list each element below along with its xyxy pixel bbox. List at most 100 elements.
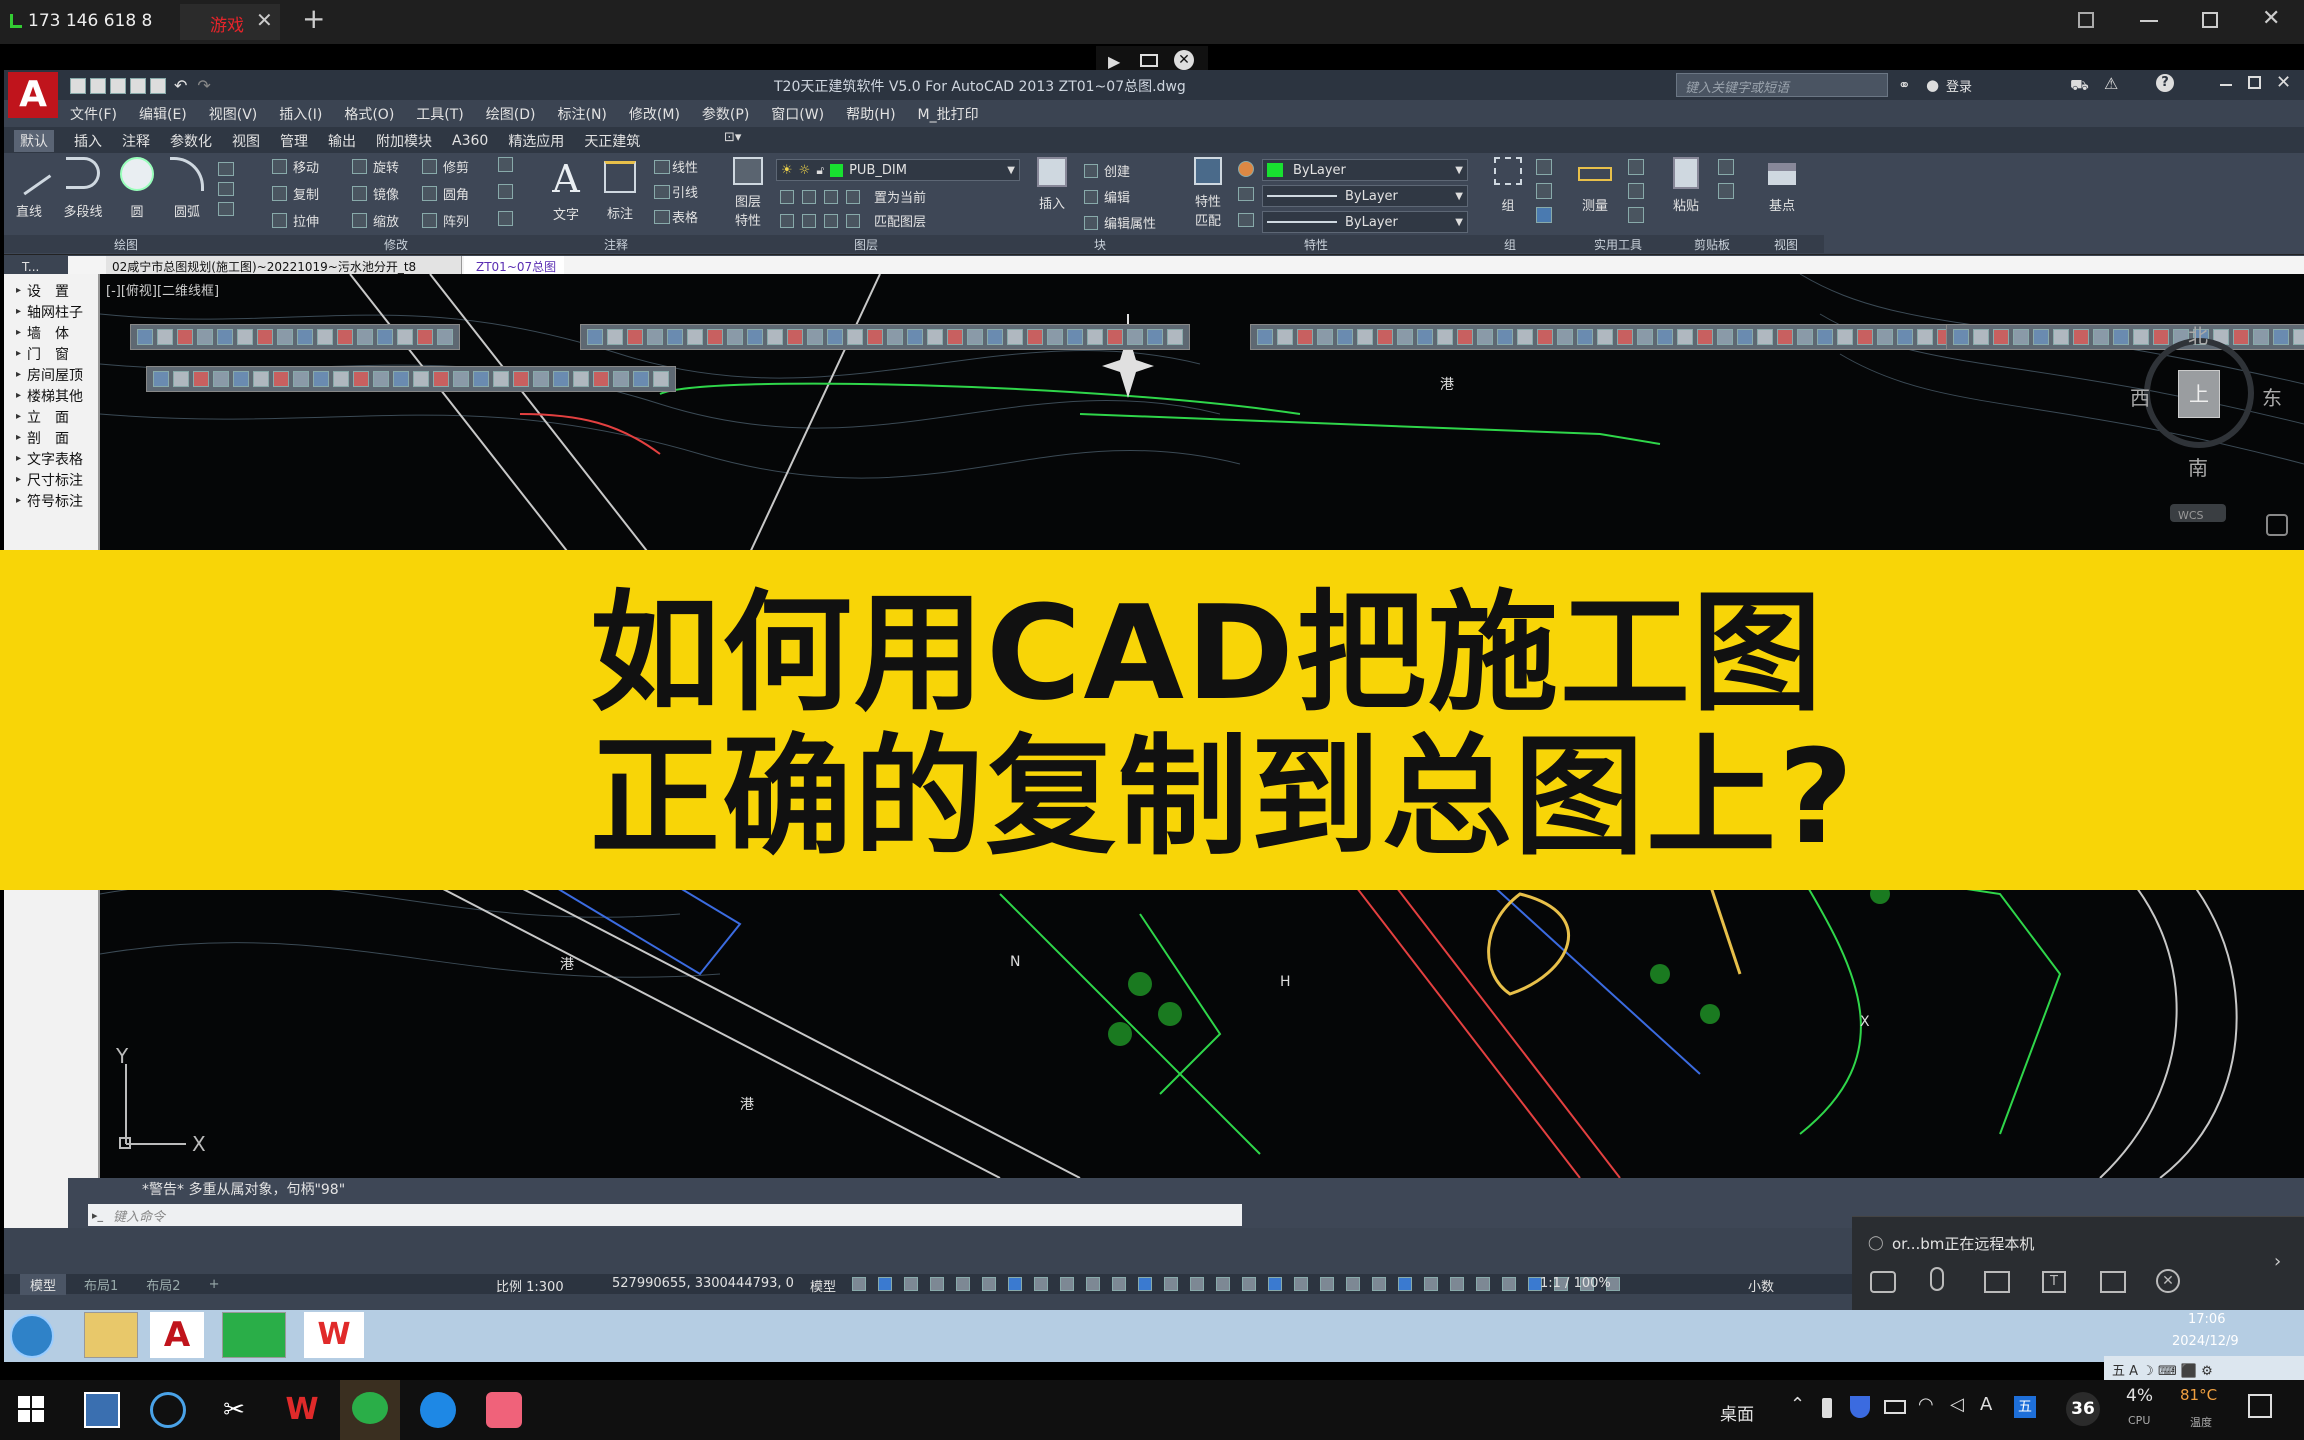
palette-item-0[interactable]: ▸ 设 置 — [4, 280, 98, 301]
tool-button-icon[interactable] — [1797, 329, 1813, 345]
palette-item-3[interactable]: ▸ 门 窗 — [4, 343, 98, 364]
modify-tool-2-0[interactable]: 拉伸 — [270, 211, 350, 230]
taskbar-app-cad-viewer[interactable] — [84, 1392, 120, 1428]
tool-button-icon[interactable] — [1617, 329, 1633, 345]
screen-icon[interactable] — [1140, 54, 1158, 67]
tool-button-icon[interactable] — [613, 371, 629, 387]
tool-button-icon[interactable] — [1357, 329, 1373, 345]
paste-tool[interactable]: 粘贴 — [1664, 157, 1708, 214]
linetype-dropdown[interactable]: ByLayer ▼ — [1262, 185, 1468, 207]
tool-button-icon[interactable] — [413, 371, 429, 387]
tool-button-icon[interactable] — [213, 371, 229, 387]
tool-button-icon[interactable] — [727, 329, 743, 345]
disconnect-icon[interactable]: ✕ — [1174, 50, 1194, 70]
status-toggle-icon[interactable] — [1502, 1277, 1516, 1291]
group-edit-icon[interactable] — [1536, 183, 1552, 199]
tool-button-icon[interactable] — [337, 329, 353, 345]
tool-button-icon[interactable] — [433, 371, 449, 387]
tool-button-icon[interactable] — [647, 329, 663, 345]
pointer-icon[interactable]: ▶ — [1108, 52, 1120, 71]
taskbar-app-network[interactable] — [150, 1392, 186, 1428]
tool-button-icon[interactable] — [237, 329, 253, 345]
status-toggle-icon[interactable] — [1476, 1277, 1490, 1291]
tool-button-icon[interactable] — [687, 329, 703, 345]
warning-icon[interactable]: ⚠ — [2104, 74, 2118, 93]
ribbon-tab-4[interactable]: 视图 — [232, 131, 260, 151]
status-toggle-icon[interactable] — [1164, 1277, 1178, 1291]
tool-button-icon[interactable] — [197, 329, 213, 345]
tool-button-icon[interactable] — [193, 371, 209, 387]
panel-label-0[interactable]: 绘图 — [114, 236, 138, 253]
tool-button-icon[interactable] — [173, 371, 189, 387]
menu-item-0[interactable]: 文件(F) — [70, 104, 117, 124]
panel-label-4[interactable]: 块 — [1094, 236, 1106, 253]
status-toggle-icon[interactable] — [1242, 1277, 1256, 1291]
modify-tool-1-2[interactable]: 圆角 — [420, 184, 496, 203]
modify-tool-0-1[interactable]: 旋转 — [350, 157, 420, 176]
ungroup-icon[interactable] — [1536, 159, 1552, 175]
group-tool[interactable]: 组 — [1488, 157, 1528, 214]
panel-label-7[interactable]: 实用工具 — [1594, 236, 1642, 253]
hatch-icon[interactable] — [218, 181, 234, 196]
status-toggle-icon[interactable] — [982, 1277, 996, 1291]
ribbon-tab-3[interactable]: 参数化 — [170, 131, 212, 151]
desktop-label[interactable]: 桌面 — [1720, 1400, 1754, 1425]
file-transfer-icon[interactable] — [2100, 1271, 2126, 1293]
menu-item-8[interactable]: 修改(M) — [629, 104, 680, 124]
menu-item-3[interactable]: 插入(I) — [279, 104, 322, 124]
tool-button-icon[interactable] — [1147, 329, 1163, 345]
tool-button-icon[interactable] — [1027, 329, 1043, 345]
tool-button-icon[interactable] — [767, 329, 783, 345]
tool-button-icon[interactable] — [1857, 329, 1873, 345]
inner-wps-icon[interactable]: W — [304, 1312, 364, 1358]
palette-item-10[interactable]: ▸ 符号标注 — [4, 490, 98, 511]
save-icon[interactable] — [110, 77, 126, 94]
status-toggle-icon[interactable] — [1216, 1277, 1230, 1291]
tool-button-icon[interactable] — [277, 329, 293, 345]
annotation-scale[interactable]: 比例 1:300 — [496, 1276, 564, 1295]
start-button[interactable] — [18, 1396, 44, 1422]
cad-minimize-icon[interactable] — [2220, 84, 2232, 86]
status-toggle-icon[interactable] — [956, 1277, 970, 1291]
color-wheel-icon[interactable] — [1238, 161, 1254, 177]
status-toggle-icon[interactable] — [1424, 1277, 1438, 1291]
tool-button-icon[interactable] — [1917, 329, 1933, 345]
tool-button-icon[interactable] — [847, 329, 863, 345]
tool-button-icon[interactable] — [947, 329, 963, 345]
tool-button-icon[interactable] — [2093, 329, 2109, 345]
tool-button-icon[interactable] — [2053, 329, 2069, 345]
tool-button-icon[interactable] — [2293, 329, 2304, 345]
undo-icon[interactable]: ↶ — [174, 76, 187, 95]
menu-item-12[interactable]: M_批打印 — [918, 104, 979, 124]
tool-button-icon[interactable] — [473, 371, 489, 387]
new-icon[interactable] — [70, 77, 86, 94]
help-search-box[interactable]: 键入关键字或短语 — [1676, 73, 1888, 97]
menu-item-5[interactable]: 工具(T) — [416, 104, 463, 124]
popup-expand-icon[interactable]: › — [2274, 1251, 2281, 1272]
tool-button-icon[interactable] — [157, 329, 173, 345]
lineweight-dropdown[interactable]: ByLayer ▼ — [1262, 211, 1468, 233]
status-toggle-icon[interactable] — [1086, 1277, 1100, 1291]
match-prop-tool[interactable]: 特性 匹配 — [1190, 157, 1226, 229]
volume-icon[interactable]: ◁ — [1950, 1394, 1964, 1415]
tool-button-icon[interactable] — [867, 329, 883, 345]
tool-button-icon[interactable] — [153, 371, 169, 387]
menu-item-6[interactable]: 绘图(D) — [486, 104, 536, 124]
layer-walk-icon[interactable] — [846, 213, 860, 228]
tool-button-icon[interactable] — [357, 329, 373, 345]
redo-icon[interactable]: ↷ — [197, 76, 210, 95]
table-tool[interactable]: 表格 — [652, 207, 698, 226]
tool-button-icon[interactable] — [1717, 329, 1733, 345]
notification-count-badge[interactable]: 36 — [2066, 1392, 2100, 1426]
layer-lock-icon[interactable] — [846, 189, 860, 204]
tool-button-icon[interactable] — [1127, 329, 1143, 345]
modify-tool-0-2[interactable]: 修剪 — [420, 157, 496, 176]
tool-button-icon[interactable] — [1337, 329, 1353, 345]
chat-icon[interactable] — [1870, 1271, 1896, 1293]
compass-south[interactable]: 南 — [2188, 452, 2208, 481]
modify-tool-1-0[interactable]: 复制 — [270, 184, 350, 203]
linetype-icon[interactable] — [1238, 187, 1254, 201]
cart-icon[interactable]: ⛟ — [2070, 76, 2089, 96]
tool-button-icon[interactable] — [927, 329, 943, 345]
color-dropdown[interactable]: ByLayer ▼ — [1262, 159, 1468, 181]
